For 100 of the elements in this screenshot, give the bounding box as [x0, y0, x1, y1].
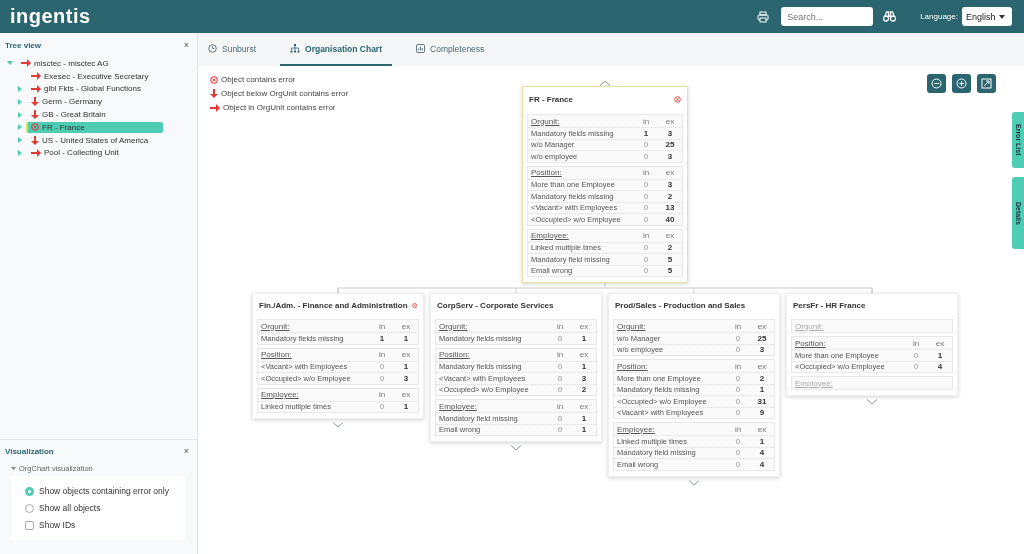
tree-item[interactable]: Germ - Germany — [26, 96, 106, 108]
tree-item[interactable]: US - United States of America — [26, 134, 153, 146]
radio-option[interactable]: Show objects containing error only — [25, 486, 172, 496]
collapsed-icon[interactable] — [17, 137, 23, 144]
count: 1 — [936, 350, 944, 360]
count: 0 — [642, 214, 650, 224]
section-heading: Employee: — [530, 231, 570, 240]
count: 0 — [734, 459, 742, 469]
count: 1 — [758, 385, 766, 395]
checkbox-icon[interactable] — [25, 520, 34, 530]
count: 0 — [734, 373, 742, 383]
radio-icon[interactable] — [25, 486, 34, 496]
count: 1 — [580, 362, 588, 372]
count: 1 — [580, 413, 588, 423]
count: 0 — [642, 191, 650, 201]
tree-item[interactable]: misctec - misctec AG — [16, 57, 113, 70]
count: 0 — [556, 413, 564, 423]
org-unit-card[interactable] — [608, 293, 780, 477]
section-heading: Employee: — [260, 390, 300, 399]
chevron-up-icon[interactable] — [599, 80, 611, 86]
tree-item[interactable]: Exesec - Executive Secretary — [26, 70, 153, 82]
count: 3 — [666, 180, 674, 190]
language-select[interactable]: English — [962, 7, 1012, 26]
close-button[interactable]: × — [183, 446, 189, 456]
clock-icon — [208, 44, 217, 53]
collapsed-icon[interactable] — [17, 111, 23, 118]
org-chart-icon — [290, 44, 301, 53]
count: 2 — [666, 243, 674, 253]
column-heading: in — [641, 168, 651, 177]
column-heading: in — [911, 338, 921, 348]
tree-item[interactable]: GB - Great Britain — [26, 108, 110, 121]
count: 0 — [734, 385, 742, 395]
count: 31 — [756, 396, 768, 406]
section-heading: Orgunit: — [616, 321, 647, 331]
collapsed-icon[interactable] — [17, 98, 23, 105]
card-title: Fin./Adm. - Finance and Administration — [259, 300, 408, 310]
card-title: PersFr - HR France — [793, 300, 866, 310]
search-field[interactable]: Search... — [781, 7, 874, 26]
expanded-icon[interactable] — [11, 466, 16, 471]
chevron-down-icon[interactable] — [866, 399, 878, 405]
panel-title: Visualization — [5, 446, 54, 456]
column-heading: ex — [578, 321, 590, 331]
count: 5 — [666, 266, 674, 276]
chevron-down-icon[interactable] — [688, 479, 700, 486]
count: 0 — [734, 408, 742, 418]
fit-button[interactable] — [977, 74, 996, 93]
count: 3 — [580, 373, 588, 383]
radio-option[interactable]: Show all objects — [25, 503, 172, 513]
tab[interactable]: Sunburst — [198, 33, 267, 66]
count: 1 — [402, 333, 410, 343]
count: 1 — [378, 333, 386, 343]
count: 0 — [378, 402, 386, 412]
card-title: Prod/Sales - Production and Sales — [615, 300, 746, 310]
chart-icon — [416, 44, 425, 53]
section-heading: Employee: — [438, 401, 478, 411]
count: 0 — [642, 243, 650, 253]
column-heading: ex — [934, 338, 946, 348]
count: 0 — [642, 180, 650, 190]
zoom-in-button[interactable] — [952, 74, 971, 93]
column-heading: ex — [756, 361, 768, 371]
section-heading: Employee: — [794, 378, 834, 388]
column-heading: in — [641, 231, 651, 240]
column-heading: in — [555, 321, 565, 331]
collapsed-icon[interactable] — [17, 86, 23, 92]
count: 2 — [580, 385, 588, 395]
caret-icon — [998, 14, 1005, 19]
logo: ingentis — [10, 5, 91, 28]
radio-icon[interactable] — [25, 503, 34, 513]
count: 0 — [642, 203, 650, 213]
count: 0 — [642, 151, 650, 161]
expanded-icon[interactable] — [7, 60, 13, 66]
tree-item[interactable]: FR - France — [26, 121, 163, 134]
column-heading: in — [733, 321, 743, 331]
tab[interactable]: Organisation Chart — [280, 33, 392, 66]
binoculars-icon[interactable] — [883, 11, 897, 22]
collapsed-icon[interactable] — [17, 124, 23, 131]
collapsed-icon[interactable] — [17, 149, 23, 156]
count: 25 — [664, 140, 676, 150]
count: 0 — [642, 140, 650, 150]
org-unit-card[interactable] — [522, 86, 688, 283]
count: 0 — [734, 396, 742, 406]
zoom-out-button[interactable] — [927, 74, 946, 93]
checkbox-option[interactable]: Show IDs — [25, 520, 172, 530]
org-unit-card[interactable] — [430, 293, 602, 442]
close-button[interactable]: × — [183, 40, 189, 50]
tab[interactable]: Completeness — [406, 33, 495, 66]
tree-item[interactable]: Pool - Collecting Unit — [26, 147, 123, 159]
count: 0 — [734, 345, 742, 355]
print-icon[interactable] — [757, 10, 770, 23]
tree-item[interactable]: glbl Fkts - Global Functions — [26, 83, 145, 95]
chevron-down-icon[interactable] — [510, 445, 522, 451]
count: 4 — [758, 448, 766, 458]
count: 1 — [402, 402, 410, 412]
count: 0 — [912, 350, 920, 360]
count: 0 — [642, 254, 650, 264]
chevron-down-icon[interactable] — [332, 422, 344, 428]
section-heading: Orgunit: — [260, 321, 291, 331]
count: 0 — [556, 385, 564, 395]
column-heading: ex — [756, 424, 768, 434]
count: 13 — [664, 203, 676, 213]
